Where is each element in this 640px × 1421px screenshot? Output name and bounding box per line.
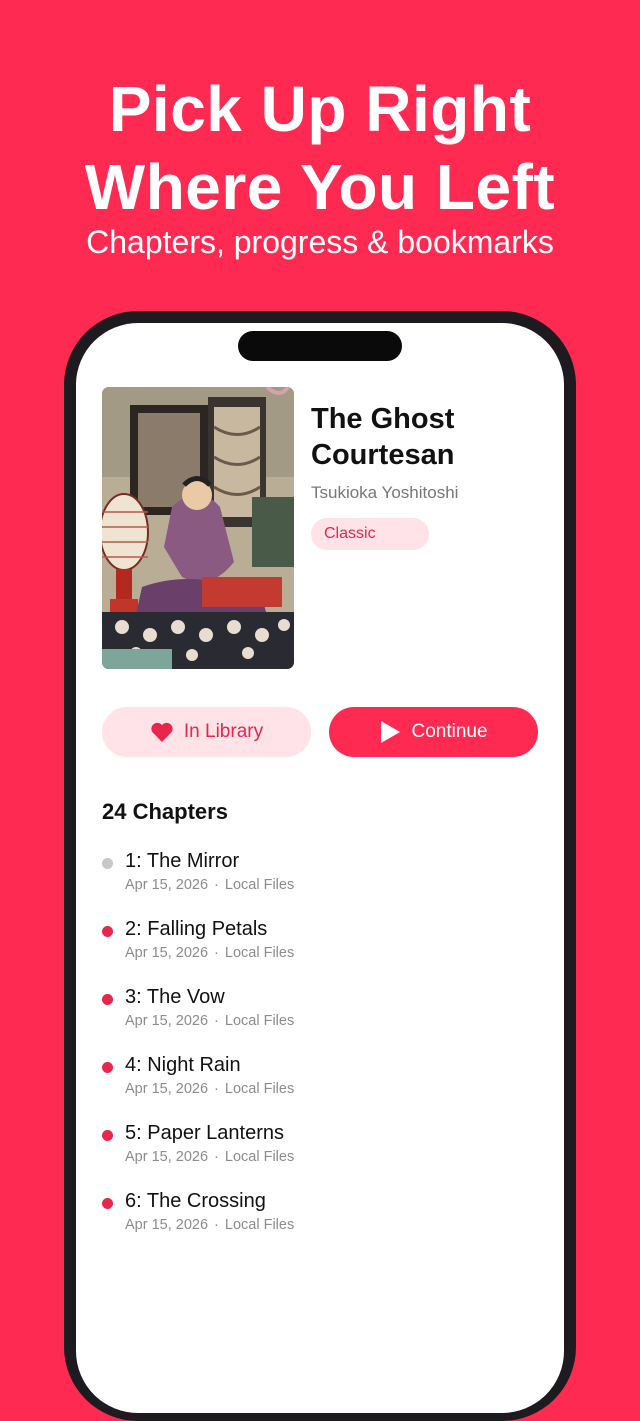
- chapter-date: Apr 15, 2026: [125, 877, 209, 893]
- chapter-meta: Apr 15, 2026 · Local Files: [125, 1216, 294, 1234]
- unread-status-dot: [102, 926, 113, 937]
- in-library-label: In Library: [183, 721, 264, 742]
- dynamic-island: [238, 331, 402, 361]
- chapter-item[interactable]: 3: The Vow Apr 15, 2026 · Local Files: [102, 985, 542, 1041]
- chapter-title: 3: The Vow: [125, 986, 225, 1008]
- chapter-meta: Apr 15, 2026 · Local Files: [125, 1012, 294, 1030]
- book-title: The Ghost Courtesan: [311, 401, 551, 473]
- in-library-button[interactable]: In Library: [102, 707, 311, 757]
- chapter-title: 6: The Crossing: [125, 1190, 266, 1212]
- chapter-source: Local Files: [224, 1081, 295, 1097]
- chapter-meta: Apr 15, 2026 · Local Files: [125, 1148, 294, 1166]
- chapter-title: 2: Falling Petals: [125, 918, 268, 940]
- chapter-item[interactable]: 6: The Crossing Apr 15, 2026 · Local Files: [102, 1189, 542, 1245]
- chapter-source: Local Files: [224, 945, 295, 961]
- promo-subheadline: Chapters, progress & bookmarks: [86, 224, 554, 260]
- book-cover[interactable]: [102, 387, 294, 669]
- chapter-item[interactable]: 2: Falling Petals Apr 15, 2026 · Local Fil…: [102, 917, 542, 973]
- meta-separator: ·: [214, 1217, 219, 1233]
- meta-separator: ·: [214, 1013, 219, 1029]
- promo-headline-line2: Where You Left: [84, 151, 556, 223]
- chapter-meta: Apr 15, 2026 · Local Files: [125, 944, 294, 962]
- book-author[interactable]: Tsukioka Yoshitoshi: [311, 483, 458, 503]
- genre-badge[interactable]: Classic: [311, 518, 429, 550]
- unread-status-dot: [102, 1130, 113, 1141]
- chapter-title: 4: Night Rain: [125, 1054, 241, 1076]
- chapter-date: Apr 15, 2026: [125, 1081, 209, 1097]
- meta-separator: ·: [214, 945, 219, 961]
- chapter-item[interactable]: 1: The Mirror Apr 15, 2026 · Local Files: [102, 849, 542, 905]
- meta-separator: ·: [214, 1149, 219, 1165]
- chapter-item[interactable]: 4: Night Rain Apr 15, 2026 · Local Files: [102, 1053, 542, 1109]
- play-icon: [379, 720, 401, 744]
- chapter-source: Local Files: [224, 1013, 295, 1029]
- phone-screen: The Ghost Courtesan Tsukioka Yoshitoshi …: [76, 323, 564, 1413]
- continue-label: Continue: [411, 721, 488, 742]
- chapter-date: Apr 15, 2026: [125, 945, 209, 961]
- meta-separator: ·: [214, 877, 219, 893]
- chapter-title: 1: The Mirror: [125, 850, 240, 872]
- meta-separator: ·: [214, 1081, 219, 1097]
- chapter-source: Local Files: [224, 1217, 295, 1233]
- book-title-line2: Courtesan: [311, 439, 455, 471]
- chapter-date: Apr 15, 2026: [125, 1149, 209, 1165]
- unread-status-dot: [102, 1198, 113, 1209]
- chapters-heading: 24 Chapters: [102, 799, 228, 824]
- heart-icon: [150, 721, 174, 743]
- book-cover-artwork: [102, 387, 294, 669]
- chapter-item[interactable]: 5: Paper Lanterns Apr 15, 2026 · Local Fil…: [102, 1121, 542, 1177]
- unread-status-dot: [102, 1062, 113, 1073]
- chapter-date: Apr 15, 2026: [125, 1013, 209, 1029]
- book-title-line1: The Ghost: [311, 403, 455, 435]
- read-status-dot: [102, 858, 113, 869]
- chapter-source: Local Files: [224, 1149, 295, 1165]
- continue-button[interactable]: Continue: [329, 707, 538, 757]
- chapter-meta: Apr 15, 2026 · Local Files: [125, 1080, 294, 1098]
- promo-headline-line1: Pick Up Right: [108, 73, 532, 145]
- chapter-meta: Apr 15, 2026 · Local Files: [125, 876, 294, 894]
- chapter-source: Local Files: [224, 877, 295, 893]
- unread-status-dot: [102, 994, 113, 1005]
- chapter-date: Apr 15, 2026: [125, 1217, 209, 1233]
- chapter-title: 5: Paper Lanterns: [125, 1122, 284, 1144]
- phone-frame: The Ghost Courtesan Tsukioka Yoshitoshi …: [64, 311, 576, 1421]
- promo-headline: Pick Up Right Where You Left: [0, 70, 640, 226]
